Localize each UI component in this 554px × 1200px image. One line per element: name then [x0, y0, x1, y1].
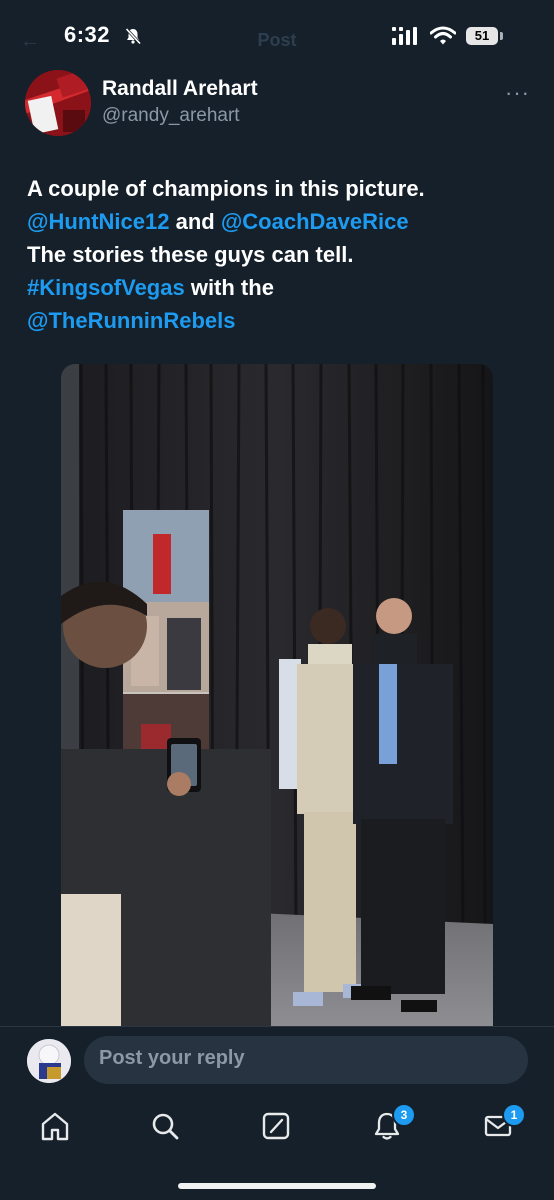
tweet-text-segment: and [169, 209, 221, 234]
mention-link[interactable]: @TheRunninRebels [27, 308, 235, 333]
cell-signal-icon [392, 27, 417, 45]
tweet-text: A couple of champions in this picture. @… [27, 172, 527, 337]
battery-tip [500, 32, 503, 40]
tweet-line: #KingsofVegas with the [27, 271, 527, 304]
author-handle[interactable]: @randy_arehart [102, 105, 240, 127]
reply-placeholder[interactable]: Post your reply [99, 1047, 245, 1070]
user-avatar[interactable] [27, 1039, 71, 1083]
tweet-line: @HuntNice12 and @CoachDaveRice [27, 205, 527, 238]
tweet-line: The stories these guys can tell. [27, 238, 527, 271]
mention-link[interactable]: @HuntNice12 [27, 209, 169, 234]
home-icon[interactable] [37, 1108, 73, 1144]
tweet-line: A couple of champions in this picture. [27, 172, 527, 205]
tweet-text-segment: The stories these guys can tell. [27, 242, 354, 267]
grok-icon[interactable] [258, 1108, 294, 1144]
home-indicator[interactable] [178, 1183, 376, 1189]
search-icon[interactable] [147, 1108, 183, 1144]
mention-link[interactable]: @CoachDaveRice [221, 209, 409, 234]
tweet-photo[interactable] [61, 364, 493, 1026]
tweet-line: @TheRunninRebels [27, 304, 527, 337]
author-name[interactable]: Randall Arehart [102, 77, 258, 101]
author-avatar[interactable] [25, 70, 91, 136]
tweet-text-segment: A couple of champions in this picture. [27, 176, 425, 201]
battery-level: 51 [466, 27, 498, 45]
tweet-text-segment: with the [184, 275, 274, 300]
more-options-icon[interactable]: ··· [505, 80, 530, 106]
messages-badge: 1 [502, 1103, 526, 1127]
notifications-badge: 3 [392, 1103, 416, 1127]
status-bar: 6:32 ← Post 51 [0, 0, 554, 72]
hashtag-link[interactable]: #KingsofVegas [27, 275, 185, 300]
wifi-icon [430, 26, 456, 45]
